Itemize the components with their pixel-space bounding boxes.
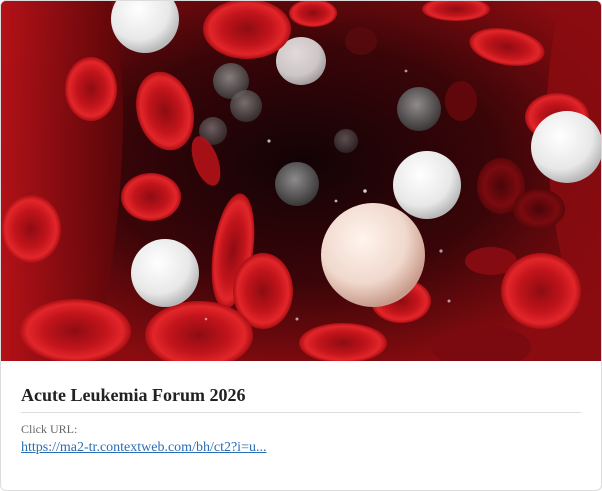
ad-title: Acute Leukemia Forum 2026	[21, 385, 581, 413]
blood-cells-illustration	[1, 1, 601, 361]
ad-caption: Acute Leukemia Forum 2026 Click URL: htt…	[21, 385, 581, 456]
click-url-link[interactable]: https://ma2-tr.contextweb.com/bh/ct2?i=u…	[21, 440, 266, 456]
hero-image[interactable]	[1, 1, 601, 361]
ad-card[interactable]: Acute Leukemia Forum 2026 Click URL: htt…	[0, 0, 602, 491]
click-url-label: Click URL:	[21, 422, 78, 436]
